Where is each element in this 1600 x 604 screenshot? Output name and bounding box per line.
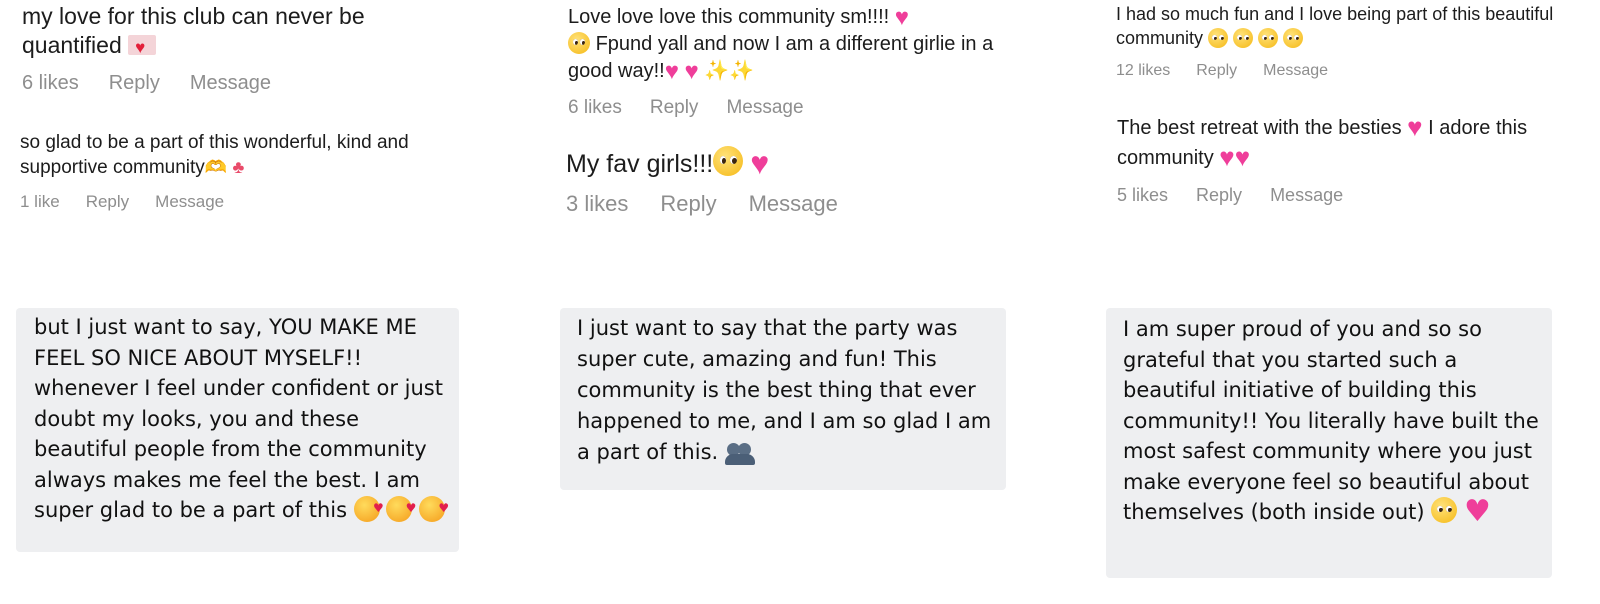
smiling-face-with-hearts-icon bbox=[353, 493, 384, 524]
comment-glad-part: so glad to be a part of this wonderful, … bbox=[20, 130, 460, 212]
likes-count[interactable]: 5 likes bbox=[1117, 185, 1168, 206]
red-heart-icon bbox=[128, 33, 157, 62]
message-button[interactable]: Message bbox=[726, 97, 803, 119]
comment-best-retreat: The best retreat with the besties ♥ I ad… bbox=[1117, 113, 1557, 206]
pink-heart-icon: ♥ bbox=[1407, 112, 1423, 142]
reply-button[interactable]: Reply bbox=[1196, 185, 1242, 206]
message-text: I just want to say that the party was su… bbox=[577, 316, 992, 464]
message-text: I am super proud of you and so so gratef… bbox=[1123, 317, 1539, 524]
comment-love-club: my love for this club can never be quant… bbox=[22, 2, 462, 95]
likes-count[interactable]: 3 likes bbox=[566, 191, 628, 217]
likes-count[interactable]: 1 like bbox=[20, 192, 60, 212]
pleading-face-icon bbox=[1431, 497, 1458, 523]
comment-text-a: The best retreat with the besties bbox=[1117, 117, 1402, 139]
reply-button[interactable]: Reply bbox=[86, 192, 129, 212]
comment-love-love: Love love love this community sm!!!! ♥ F… bbox=[568, 4, 1018, 119]
likes-count[interactable]: 6 likes bbox=[568, 97, 622, 119]
message-button[interactable]: Message bbox=[190, 72, 271, 95]
comment-text-b: Fpund yall and now I am a different girl… bbox=[568, 33, 994, 82]
comment-text-a: Love love love this community sm!!!! bbox=[568, 6, 890, 28]
message-button[interactable]: Message bbox=[1263, 62, 1328, 80]
message-bubble-feel-nice: but I just want to say, YOU MAKE ME FEEL… bbox=[16, 308, 459, 552]
pink-heart-icon: ♥ bbox=[1463, 494, 1491, 529]
pink-heart-icon: ♥ bbox=[664, 58, 679, 85]
likes-count[interactable]: 6 likes bbox=[22, 72, 79, 95]
comment-fav-girls: My fav girls!!! ♥ 3 likes Reply Message bbox=[566, 146, 1016, 217]
sparkles-icon: ✨✨ bbox=[704, 60, 755, 82]
reply-button[interactable]: Reply bbox=[650, 97, 699, 119]
pleading-face-icon bbox=[1208, 28, 1229, 48]
smiling-face-with-hearts-icon bbox=[419, 493, 449, 524]
comment-text: I had so much fun and I love being part … bbox=[1116, 4, 1554, 48]
pleading-face-icon bbox=[1258, 28, 1279, 48]
pink-heart-icon: ♥ bbox=[684, 58, 699, 85]
message-bubble-proud: I am super proud of you and so so gratef… bbox=[1106, 308, 1552, 578]
message-bubble-party: I just want to say that the party was su… bbox=[560, 308, 1006, 490]
pink-heart-icon: ♥ bbox=[894, 4, 910, 31]
pleading-face-icon bbox=[1233, 28, 1254, 48]
reply-button[interactable]: Reply bbox=[1196, 62, 1237, 80]
pleading-face-icon bbox=[1283, 28, 1304, 48]
reply-button[interactable]: Reply bbox=[109, 72, 160, 95]
pink-heart-icon: ♥♥ bbox=[1219, 142, 1251, 172]
comment-text: My fav girls!!! bbox=[566, 150, 714, 178]
smiling-face-with-hearts-icon bbox=[386, 493, 416, 524]
pink-heart-icon: ♥ bbox=[750, 145, 770, 181]
heart-hands-icon: 🫶 bbox=[204, 157, 228, 177]
message-button[interactable]: Message bbox=[155, 192, 224, 212]
pleading-face-icon bbox=[713, 146, 744, 176]
reply-button[interactable]: Reply bbox=[660, 191, 716, 217]
tulip-icon: ♣ bbox=[232, 157, 245, 177]
people-hugging-icon bbox=[724, 439, 755, 465]
comment-text: my love for this club can never be quant… bbox=[22, 3, 365, 58]
message-button[interactable]: Message bbox=[1270, 185, 1343, 206]
likes-count[interactable]: 12 likes bbox=[1116, 62, 1170, 80]
message-text: but I just want to say, YOU MAKE ME FEEL… bbox=[34, 315, 443, 522]
comment-so-much-fun: I had so much fun and I love being part … bbox=[1116, 2, 1556, 80]
pleading-face-icon bbox=[568, 32, 590, 54]
message-button[interactable]: Message bbox=[749, 191, 838, 217]
